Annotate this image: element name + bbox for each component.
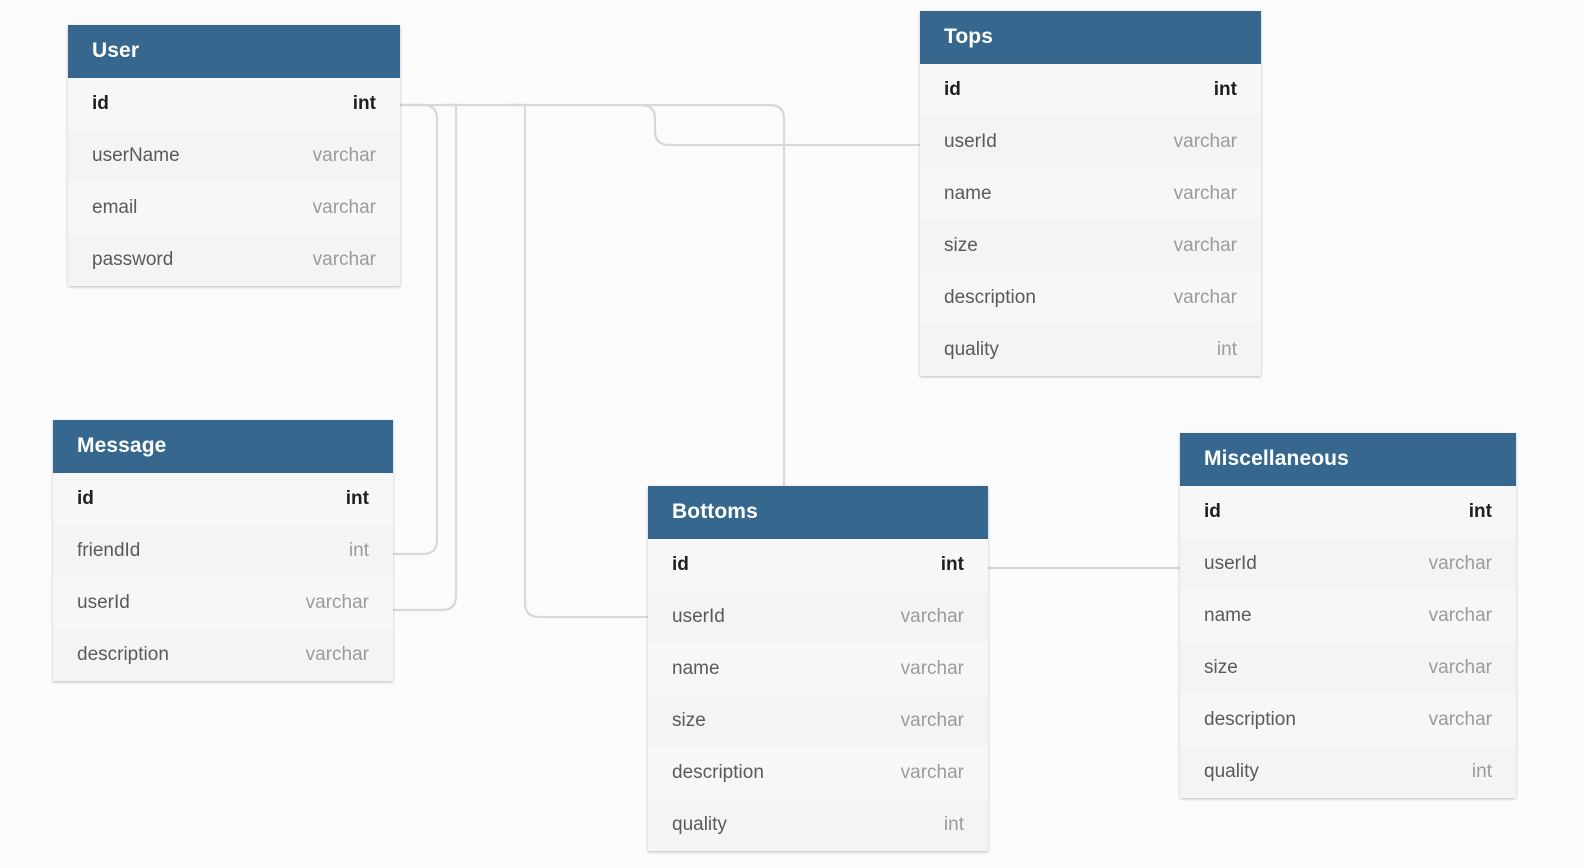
attribute-type: varchar	[312, 145, 376, 167]
attribute-type: varchar	[1428, 553, 1492, 575]
attribute-row[interactable]: name varchar	[648, 643, 988, 696]
attribute-type: varchar	[1173, 131, 1237, 153]
attribute-name: description	[672, 762, 764, 784]
attribute-name: description	[77, 644, 169, 666]
attribute-name: size	[1204, 657, 1238, 679]
attribute-type: varchar	[305, 592, 369, 614]
attribute-name: id	[77, 488, 94, 510]
entity-table-bottoms[interactable]: Bottoms id int userId varchar name varch…	[648, 486, 988, 852]
attribute-row[interactable]: size varchar	[648, 695, 988, 748]
attribute-row[interactable]: quality int	[920, 324, 1261, 377]
attribute-type: varchar	[900, 762, 964, 784]
attribute-type: int	[352, 93, 376, 115]
attribute-row[interactable]: userId varchar	[920, 116, 1261, 169]
attribute-name: id	[944, 79, 961, 101]
er-diagram-canvas: User id int userName varchar email varch…	[0, 0, 1584, 868]
attribute-type: varchar	[1428, 709, 1492, 731]
attribute-row[interactable]: id int	[648, 539, 988, 592]
attribute-name: friendId	[77, 540, 141, 562]
attribute-row[interactable]: password varchar	[68, 234, 400, 287]
attribute-row[interactable]: id int	[53, 473, 393, 526]
attribute-type: varchar	[900, 710, 964, 732]
attribute-type: int	[1216, 339, 1237, 361]
attribute-row[interactable]: userId varchar	[53, 577, 393, 630]
attribute-row[interactable]: description varchar	[648, 747, 988, 800]
attribute-type: int	[345, 488, 369, 510]
attribute-type: int	[348, 540, 369, 562]
attribute-name: name	[1204, 605, 1252, 627]
attribute-type: int	[1213, 79, 1237, 101]
connector-user-to-bottoms	[769, 103, 786, 486]
attribute-row[interactable]: id int	[68, 78, 400, 131]
entity-title-tops: Tops	[920, 11, 1261, 65]
attribute-name: userName	[92, 145, 180, 167]
entity-table-user[interactable]: User id int userName varchar email varch…	[68, 25, 400, 287]
attribute-row[interactable]: size varchar	[920, 220, 1261, 273]
entity-title-bottoms: Bottoms	[648, 486, 988, 540]
attribute-name: userId	[672, 606, 725, 628]
entity-attributes-bottoms: id int userId varchar name varchar size …	[648, 539, 988, 852]
attribute-row[interactable]: description varchar	[1180, 694, 1516, 747]
entity-table-message[interactable]: Message id int friendId int userId varch…	[53, 420, 393, 682]
attribute-type: varchar	[900, 658, 964, 680]
attribute-name: userId	[1204, 553, 1257, 575]
attribute-row[interactable]: quality int	[648, 799, 988, 852]
entity-table-miscellaneous[interactable]: Miscellaneous id int userId varchar name…	[1180, 433, 1516, 799]
attribute-type: int	[940, 554, 964, 576]
attribute-row[interactable]: quality int	[1180, 746, 1516, 799]
attribute-row[interactable]: email varchar	[68, 182, 400, 235]
attribute-type: int	[943, 814, 964, 836]
attribute-type: varchar	[312, 197, 376, 219]
attribute-row[interactable]: userId varchar	[1180, 538, 1516, 591]
entity-attributes-user: id int userName varchar email varchar pa…	[68, 78, 400, 287]
attribute-name: password	[92, 249, 174, 271]
attribute-name: quality	[944, 339, 999, 361]
attribute-row[interactable]: friendId int	[53, 525, 393, 578]
attribute-name: id	[672, 554, 689, 576]
attribute-row[interactable]: name varchar	[920, 168, 1261, 221]
entity-attributes-miscellaneous: id int userId varchar name varchar size …	[1180, 486, 1516, 799]
attribute-row[interactable]: userId varchar	[648, 591, 988, 644]
attribute-name: userId	[77, 592, 130, 614]
attribute-row[interactable]: id int	[920, 64, 1261, 117]
attribute-type: int	[1471, 761, 1492, 783]
attribute-row[interactable]: userName varchar	[68, 130, 400, 183]
entity-attributes-tops: id int userId varchar name varchar size …	[920, 64, 1261, 377]
attribute-type: varchar	[1173, 183, 1237, 205]
attribute-type: varchar	[900, 606, 964, 628]
connector-user-to-message-userid	[393, 103, 458, 612]
attribute-name: id	[92, 93, 109, 115]
attribute-type: varchar	[312, 249, 376, 271]
attribute-row[interactable]: id int	[1180, 486, 1516, 539]
entity-attributes-message: id int friendId int userId varchar descr…	[53, 473, 393, 682]
attribute-name: description	[1204, 709, 1296, 731]
attribute-name: quality	[672, 814, 727, 836]
attribute-type: int	[1468, 501, 1492, 523]
attribute-name: name	[944, 183, 992, 205]
attribute-row[interactable]: description varchar	[920, 272, 1261, 325]
attribute-row[interactable]: name varchar	[1180, 590, 1516, 643]
entity-table-tops[interactable]: Tops id int userId varchar name varchar …	[920, 11, 1261, 377]
attribute-name: email	[92, 197, 138, 219]
attribute-type: varchar	[305, 644, 369, 666]
attribute-type: varchar	[1428, 657, 1492, 679]
entity-title-message: Message	[53, 420, 393, 474]
attribute-name: quality	[1204, 761, 1259, 783]
attribute-name: size	[672, 710, 706, 732]
entity-title-user: User	[68, 25, 400, 79]
attribute-type: varchar	[1428, 605, 1492, 627]
attribute-type: varchar	[1173, 287, 1237, 309]
attribute-name: description	[944, 287, 1036, 309]
connector-user-to-tops-userid	[640, 103, 920, 147]
attribute-row[interactable]: size varchar	[1180, 642, 1516, 695]
attribute-type: varchar	[1173, 235, 1237, 257]
attribute-name: userId	[944, 131, 997, 153]
connector-message-to-bottoms	[511, 103, 648, 619]
attribute-name: size	[944, 235, 978, 257]
attribute-name: name	[672, 658, 720, 680]
attribute-name: id	[1204, 501, 1221, 523]
entity-title-miscellaneous: Miscellaneous	[1180, 433, 1516, 487]
attribute-row[interactable]: description varchar	[53, 629, 393, 682]
